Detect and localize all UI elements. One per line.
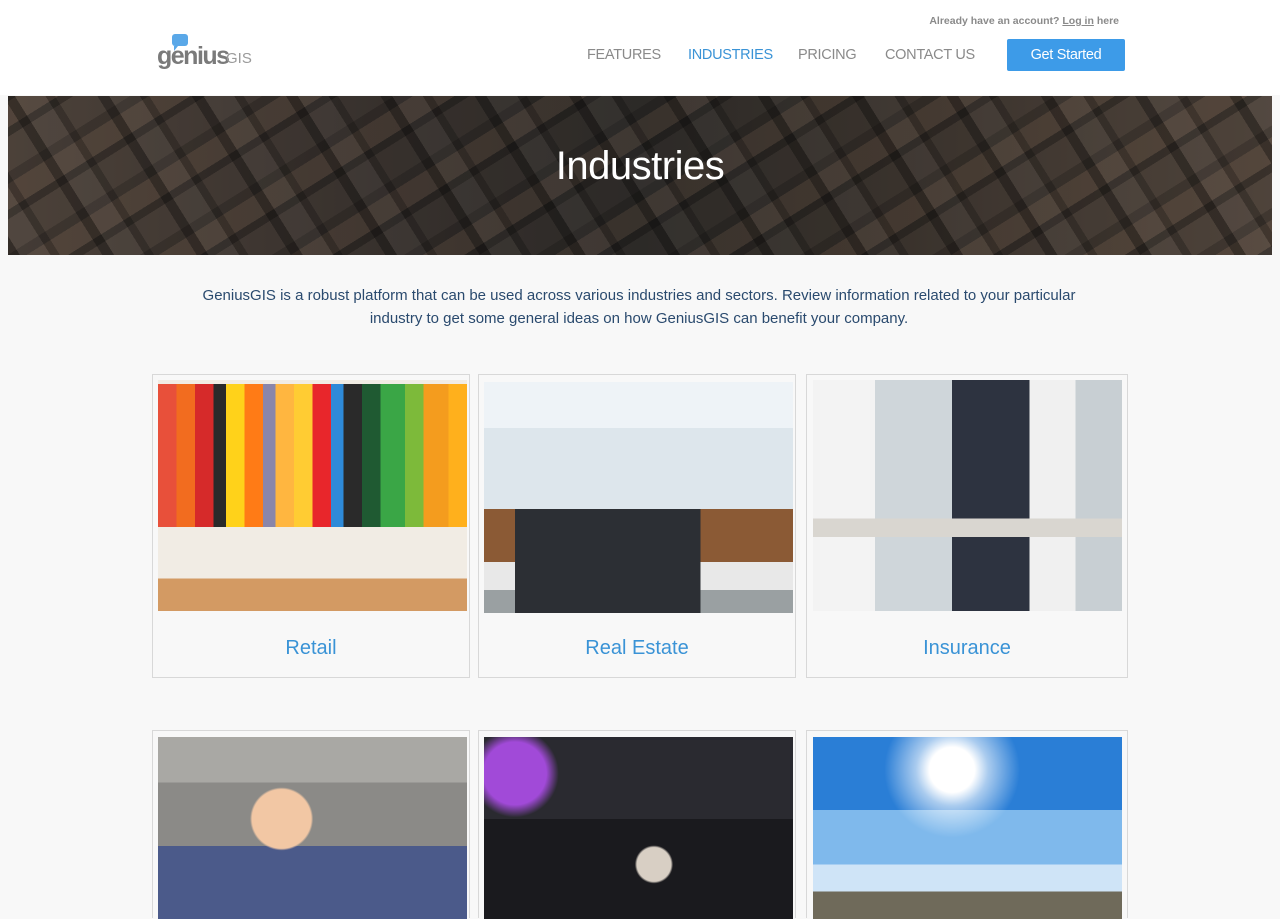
logo-text: genius [157, 42, 230, 70]
industry-card-travel[interactable] [806, 730, 1128, 919]
logo-suffix: GIS [226, 50, 252, 67]
nav-contact-us[interactable]: CONTACT US [885, 47, 975, 63]
modern-house-photo [484, 382, 793, 613]
nav-industries[interactable]: INDUSTRIES [688, 47, 773, 63]
login-link[interactable]: Log in [1062, 15, 1094, 27]
page-title: Industries [555, 144, 725, 188]
business-meeting-photo [813, 380, 1122, 611]
site-header: genius GIS Already have an account? Log … [0, 0, 1280, 95]
industry-card-insurance[interactable]: Insurance [806, 374, 1128, 678]
industry-card-photography[interactable] [152, 730, 470, 919]
account-suffix: here [1096, 15, 1119, 27]
genius-gis-logo[interactable]: genius GIS [157, 34, 267, 74]
industry-card-retail[interactable]: Retail [152, 374, 470, 678]
photographer-photo [158, 737, 467, 919]
industry-card-real-estate[interactable]: Real Estate [478, 374, 796, 678]
intro-text: GeniusGIS is a robust platform that can … [202, 287, 1076, 327]
dj-decks-photo [484, 737, 793, 919]
card-label[interactable]: Real Estate [479, 637, 795, 660]
hikers-photo [813, 737, 1122, 919]
nav-pricing[interactable]: PRICING [798, 47, 857, 63]
card-label[interactable]: Retail [153, 637, 469, 660]
account-prompt: Already have an account? Log in here [929, 15, 1119, 27]
get-started-button[interactable]: Get Started [1007, 39, 1125, 71]
hero-banner: Industries [8, 96, 1272, 255]
card-label[interactable]: Insurance [807, 637, 1127, 660]
account-prompt-text: Already have an account? [929, 15, 1060, 27]
clothing-rack-photo [158, 380, 467, 611]
nav-features[interactable]: FEATURES [587, 47, 661, 63]
industry-card-entertainment[interactable] [478, 730, 796, 919]
